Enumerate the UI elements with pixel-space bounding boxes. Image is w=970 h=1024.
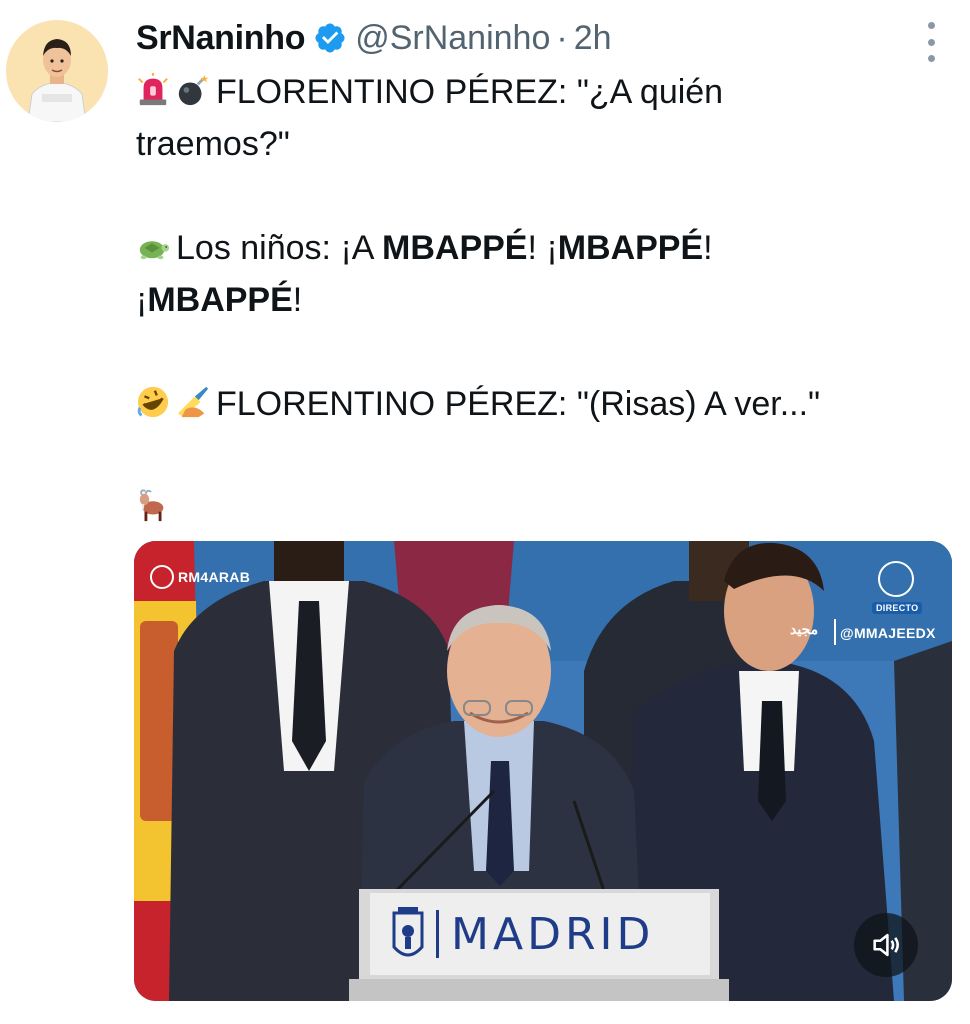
bomb-emoji-icon <box>176 73 210 107</box>
tweet-line-1-text: FLORENTINO PÉREZ: "¿A quién <box>216 73 724 111</box>
live-badge: DIRECTO <box>872 602 923 614</box>
video-player[interactable]: RM4ARAB DIRECTO مجيد @MMAJEEDX MADRID <box>134 541 952 1001</box>
tweet-line-4-end: ! <box>292 281 303 319</box>
more-options-icon[interactable] <box>918 22 944 62</box>
tweet-line-5-text: FLORENTINO PÉREZ: "(Risas) A ver..." <box>216 385 821 423</box>
separator-dot: · <box>556 18 568 57</box>
turtle-emoji-icon <box>136 229 170 263</box>
mbappe-bold-text: MBAPPÉ <box>382 229 528 267</box>
watermark-left: RM4ARAB <box>150 565 250 589</box>
tweet-text: FLORENTINO PÉREZ: "¿A quién traemos?" Lo… <box>136 66 936 534</box>
avatar[interactable] <box>6 20 108 122</box>
tweet[interactable]: SrNaninho @SrNaninho · 2h FLORENTINO PÉR… <box>0 0 970 1024</box>
mbappe-bold-text: MBAPPÉ <box>147 281 293 319</box>
speaker-muted-icon <box>873 933 899 957</box>
tweet-line <box>136 482 936 534</box>
tweet-line: traemos?" <box>136 118 936 170</box>
podium-sign: MADRID <box>370 893 710 975</box>
tweet-line: FLORENTINO PÉREZ: "(Risas) A ver..." <box>136 378 936 430</box>
mbappe-bold-text: MBAPPÉ <box>557 229 704 267</box>
tweet-header: SrNaninho @SrNaninho · 2h <box>136 14 612 62</box>
tweet-line: ¡MBAPPÉ! <box>136 274 936 326</box>
podium-text: MADRID <box>451 908 655 960</box>
watermark-right: @MMAJEEDX <box>840 625 936 641</box>
goat-emoji-icon <box>136 489 170 523</box>
tweet-line-4-prefix: ¡ <box>136 281 148 319</box>
watermark-arabic: مجيد <box>790 621 819 637</box>
rolling-laughing-emoji-icon <box>136 385 170 419</box>
tweet-line: FLORENTINO PÉREZ: "¿A quién <box>136 66 936 118</box>
siren-emoji-icon <box>136 73 170 107</box>
volume-button[interactable] <box>854 913 918 977</box>
real-madrid-crest-icon <box>878 561 914 597</box>
tweet-line: Los niños: ¡A MBAPPÉ! ¡MBAPPÉ! <box>136 222 936 274</box>
tweet-line-2-text: traemos?" <box>136 125 290 163</box>
timestamp[interactable]: 2h <box>574 19 612 58</box>
tweet-line-3-prefix: Los niños: ¡A <box>176 229 383 267</box>
watermark-divider <box>834 619 836 645</box>
writing-hand-emoji-icon <box>176 385 210 419</box>
tweet-line-3-mid: ! ¡ <box>527 229 558 267</box>
verified-badge-icon <box>313 21 347 55</box>
display-name[interactable]: SrNaninho <box>136 19 306 58</box>
tweet-line-3-end: ! <box>703 229 713 267</box>
author-handle[interactable]: @SrNaninho <box>355 19 550 58</box>
madrid-crest-icon <box>390 905 426 963</box>
